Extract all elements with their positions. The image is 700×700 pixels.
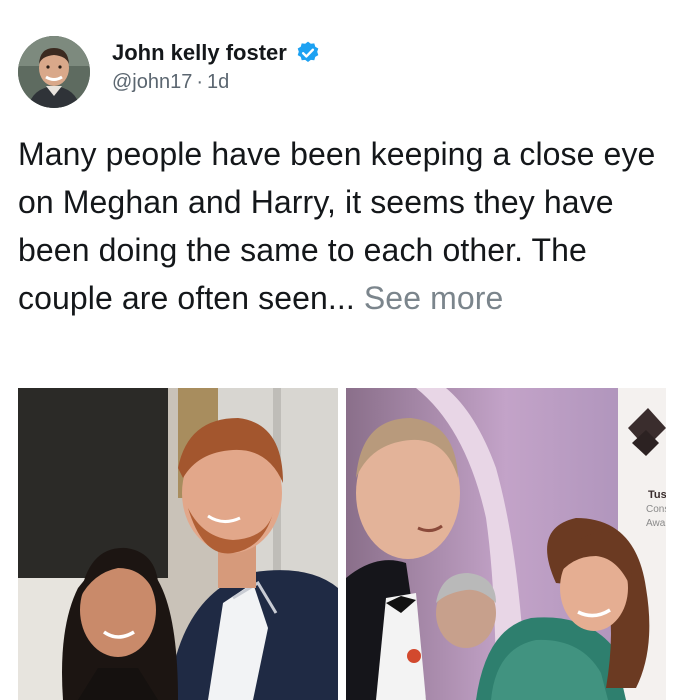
photo-harry-meghan-icon xyxy=(18,388,338,700)
profile-photo-icon xyxy=(18,36,90,108)
media-photo-right[interactable]: Tusk Cons Awa xyxy=(346,388,666,700)
sign-text-line-1: Tusk xyxy=(648,489,666,501)
author-handle[interactable]: @john17 xyxy=(112,71,192,93)
tweet-text: Many people have been keeping a close ey… xyxy=(18,136,656,316)
author-info: John kelly foster @john17 · 1d xyxy=(112,40,321,94)
tweet-body: Many people have been keeping a close ey… xyxy=(18,130,688,322)
author-meta: @john17 · 1d xyxy=(112,70,321,94)
sign-text-line-3: Awa xyxy=(646,518,666,529)
see-more-link[interactable]: See more xyxy=(364,280,504,316)
tweet-header: John kelly foster @john17 · 1d xyxy=(18,36,678,112)
sign-text-line-2: Cons xyxy=(646,504,666,515)
verified-badge-icon xyxy=(295,40,321,66)
author-avatar[interactable] xyxy=(18,36,90,108)
tweet-timestamp[interactable]: 1d xyxy=(207,71,229,93)
media-photo-left[interactable] xyxy=(18,388,338,700)
tweet-media: Tusk Cons Awa xyxy=(18,388,666,700)
photo-william-kate-icon: Tusk Cons Awa xyxy=(346,388,666,700)
meta-separator: · xyxy=(196,71,204,93)
author-display-name[interactable]: John kelly foster xyxy=(112,40,287,66)
